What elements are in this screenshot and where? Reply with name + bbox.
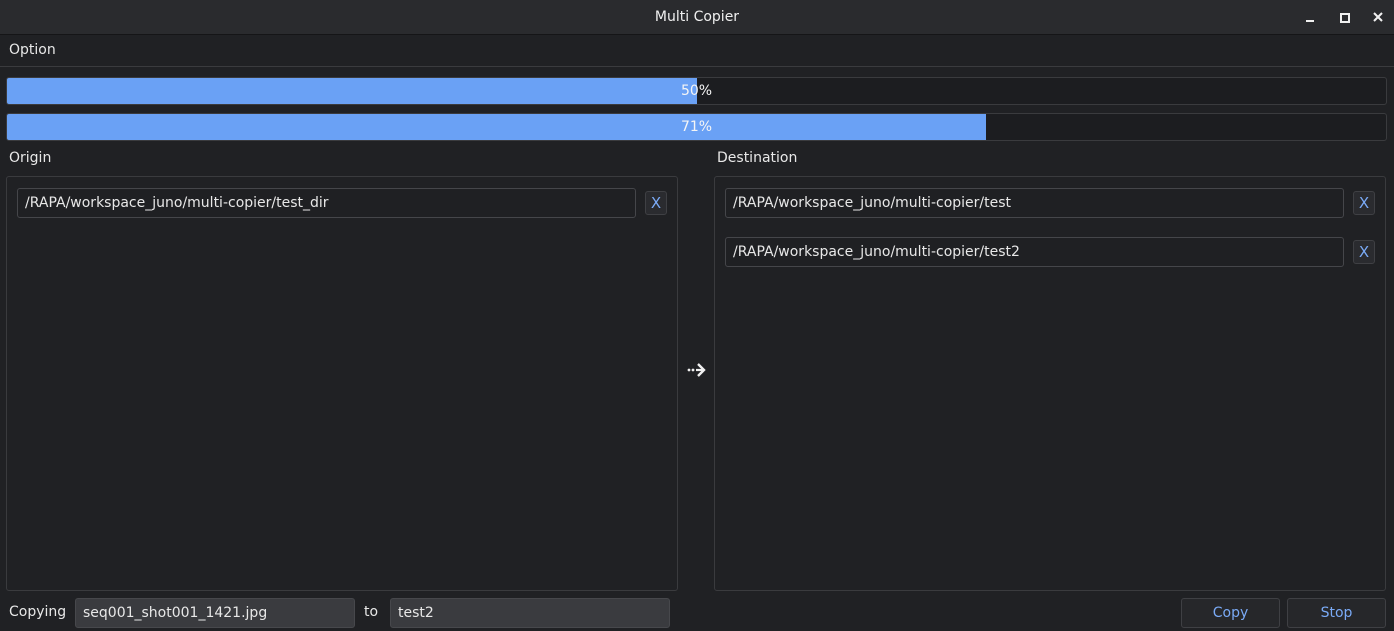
progress-text: 50%	[680, 83, 713, 99]
origin-path-row: /RAPA/workspace_juno/multi-copier/test_d…	[17, 188, 667, 218]
minimize-button[interactable]	[1299, 6, 1321, 28]
stop-button[interactable]: Stop	[1287, 598, 1386, 628]
overall-progress-bar: 50%	[6, 77, 1387, 105]
origin-panel: /RAPA/workspace_juno/multi-copier/test_d…	[6, 176, 678, 591]
origin-label: Origin	[9, 150, 52, 166]
close-icon	[1373, 12, 1383, 22]
destination-path-row: /RAPA/workspace_juno/multi-copier/test2 …	[725, 237, 1375, 267]
menu-bar: Option	[0, 35, 1394, 67]
maximize-button[interactable]	[1333, 6, 1355, 28]
close-button[interactable]	[1367, 6, 1389, 28]
remove-destination-button[interactable]: X	[1353, 240, 1375, 264]
arrow-right-icon	[687, 363, 706, 377]
remove-destination-button[interactable]: X	[1353, 191, 1375, 215]
to-label: to	[364, 604, 379, 620]
destination-path-field[interactable]: /RAPA/workspace_juno/multi-copier/test	[725, 188, 1344, 218]
title-bar: Multi Copier	[0, 0, 1394, 35]
copy-button[interactable]: Copy	[1181, 598, 1280, 628]
progress-text: 71%	[680, 119, 713, 135]
copying-label: Copying	[9, 604, 67, 620]
maximize-icon	[1340, 13, 1350, 23]
destination-panel: /RAPA/workspace_juno/multi-copier/test X…	[714, 176, 1386, 591]
file-progress-bar: 71%	[6, 113, 1387, 141]
menu-option[interactable]: Option	[9, 42, 56, 58]
destination-path-field[interactable]: /RAPA/workspace_juno/multi-copier/test2	[725, 237, 1344, 267]
destination-path-row: /RAPA/workspace_juno/multi-copier/test X	[725, 188, 1375, 218]
minimize-icon	[1306, 20, 1314, 22]
origin-path-field[interactable]: /RAPA/workspace_juno/multi-copier/test_d…	[17, 188, 636, 218]
window-title: Multi Copier	[654, 9, 740, 25]
multi-copier-window: Multi Copier Option 50% 71% Origin Desti…	[0, 0, 1394, 631]
current-destination-field: test2	[390, 598, 670, 628]
current-file-field: seq001_shot001_1421.jpg	[75, 598, 355, 628]
destination-label: Destination	[717, 150, 798, 166]
remove-origin-button[interactable]: X	[645, 191, 667, 215]
